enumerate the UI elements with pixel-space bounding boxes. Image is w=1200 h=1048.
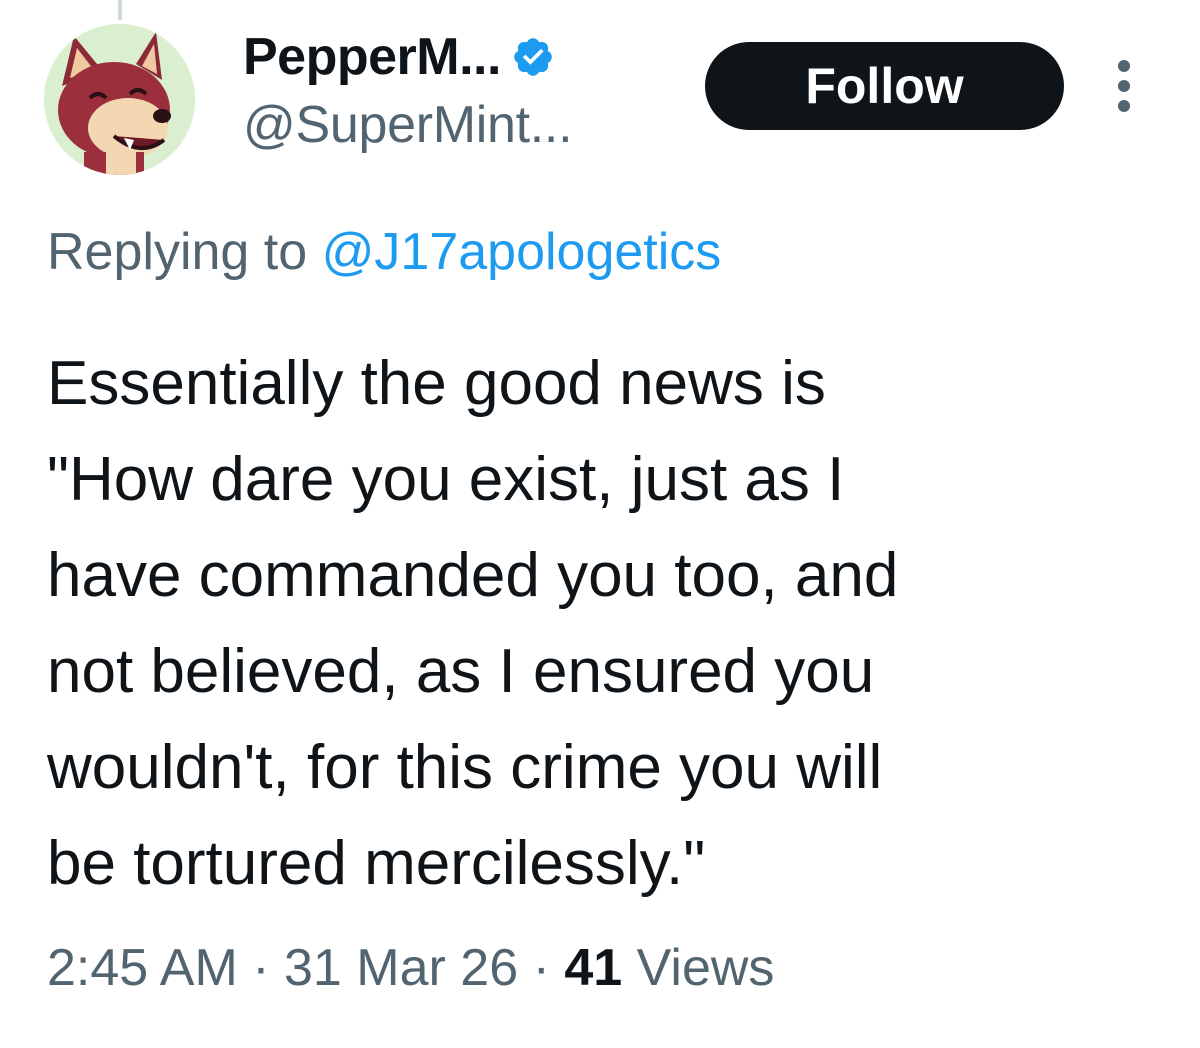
author-display-name[interactable]: PepperM... <box>243 27 501 87</box>
replying-to-line: Replying to @J17apologetics <box>47 222 721 282</box>
thread-connector-line <box>118 0 122 20</box>
author-handle[interactable]: @SuperMint... <box>243 95 573 155</box>
replying-to-label: Replying to <box>47 223 322 281</box>
verified-badge-icon <box>511 35 555 79</box>
tweet-date[interactable]: 31 Mar 26 <box>284 939 518 997</box>
author-name-row[interactable]: PepperM... <box>243 22 555 92</box>
meta-separator: · <box>237 939 285 997</box>
views-label: Views <box>622 939 775 997</box>
tweet-text: Essentially the good news is "How dare y… <box>47 349 899 898</box>
reply-mention-link[interactable]: @J17apologetics <box>322 223 722 281</box>
follow-button[interactable]: Follow <box>705 42 1064 130</box>
avatar[interactable] <box>44 24 195 175</box>
more-options-icon[interactable] <box>1112 58 1136 114</box>
tweet-time[interactable]: 2:45 AM <box>47 939 238 997</box>
meta-separator: · <box>518 939 565 997</box>
tweet-metadata: 2:45 AM · 31 Mar 26 · 41 Views <box>47 938 774 998</box>
fox-avatar-icon <box>44 24 195 175</box>
views-count: 41 <box>564 939 623 997</box>
